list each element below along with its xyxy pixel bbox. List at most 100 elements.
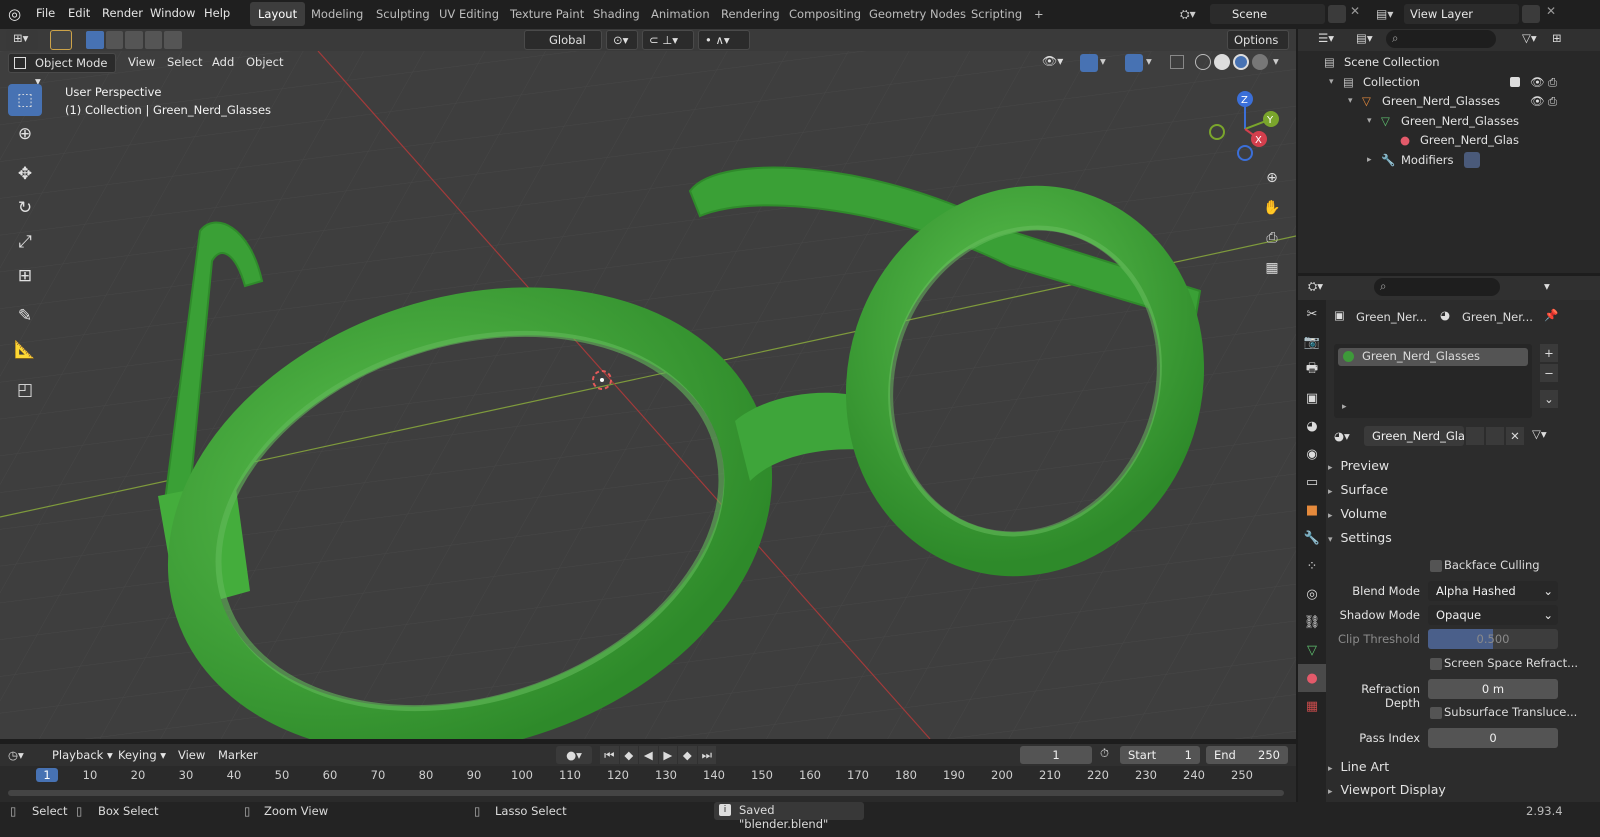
expand-arrow-icon[interactable]: ▾ bbox=[1367, 111, 1372, 131]
physics-tab-icon[interactable]: ◎ bbox=[1298, 580, 1326, 608]
options-dropdown[interactable]: Options ▾ bbox=[1227, 30, 1289, 65]
outliner-row[interactable]: ▾ ▽ Green_Nerd_Glasses 👁 ⎙ bbox=[1298, 91, 1600, 111]
material-tab-icon[interactable]: ● bbox=[1298, 664, 1326, 692]
outliner-row[interactable]: ▤ Scene Collection bbox=[1298, 52, 1600, 72]
proportional-edit-icon[interactable]: • ∧▾ bbox=[698, 30, 750, 50]
menu-edit[interactable]: Edit bbox=[60, 0, 98, 29]
object-tab-icon[interactable]: ■ bbox=[1298, 496, 1326, 524]
camera-view-icon[interactable]: ⎙ bbox=[1259, 225, 1285, 251]
select-menu[interactable]: Select bbox=[161, 51, 208, 73]
scale-icon[interactable]: ⤢ bbox=[8, 226, 42, 258]
particles-tab-icon[interactable]: ⁘ bbox=[1298, 552, 1326, 580]
outliner-row[interactable]: ▸ 🔧 Modifiers bbox=[1298, 150, 1600, 170]
green-nerd-glasses-model[interactable] bbox=[0, 51, 1296, 739]
end-frame-field[interactable]: End 250 bbox=[1206, 746, 1288, 764]
properties-options-icon[interactable]: ▾ bbox=[1544, 279, 1550, 293]
shadow-mode-dropdown[interactable]: Opaque ⌄ bbox=[1428, 605, 1558, 625]
shading-mode-group[interactable] bbox=[1195, 54, 1275, 72]
scene-icon[interactable]: ⛭▾ bbox=[1180, 4, 1210, 24]
start-frame-field[interactable]: Start 1 bbox=[1120, 746, 1200, 764]
output-tab-icon[interactable]: 🖶 bbox=[1298, 356, 1326, 384]
visibility-eye-icon[interactable]: 👁 bbox=[1530, 91, 1545, 111]
solid-shading-icon[interactable] bbox=[1214, 54, 1230, 70]
expand-arrow-icon[interactable]: ▸ bbox=[1367, 150, 1372, 170]
pass-index-field[interactable]: 0 bbox=[1428, 728, 1558, 748]
gizmo-dropdown-icon[interactable]: ▾ bbox=[1100, 54, 1106, 68]
object-menu[interactable]: Object bbox=[240, 51, 289, 73]
transform-icon[interactable]: ⊞ bbox=[8, 260, 42, 292]
mode-extend-icon[interactable] bbox=[105, 31, 124, 49]
jump-start-icon[interactable]: ⏮ bbox=[600, 746, 619, 764]
collection-tab-icon[interactable]: ▭ bbox=[1298, 468, 1326, 496]
browse-material-icon[interactable]: ◕▾ bbox=[1334, 426, 1362, 446]
menu-file[interactable]: File bbox=[28, 0, 63, 29]
visibility-eye-icon[interactable]: 👁▾ bbox=[1042, 54, 1070, 72]
editor-type-icon[interactable]: ⊞▾ bbox=[6, 30, 38, 50]
scene-field[interactable]: Scene bbox=[1210, 4, 1325, 24]
new-scene-icon[interactable] bbox=[1328, 5, 1346, 23]
material-shading-icon[interactable] bbox=[1233, 54, 1249, 70]
wireframe-shading-icon[interactable] bbox=[1195, 54, 1211, 70]
play-reverse-icon[interactable]: ◀ bbox=[639, 746, 658, 764]
modifier-tab-icon[interactable]: 🔧 bbox=[1298, 524, 1326, 552]
new-view-layer-icon[interactable] bbox=[1522, 5, 1540, 23]
outliner-search-input[interactable]: ⌕ bbox=[1386, 30, 1496, 48]
workspace-tab-rendering[interactable]: Rendering bbox=[713, 2, 788, 26]
rotate-icon[interactable]: ↻ bbox=[8, 192, 42, 224]
delete-view-layer-icon[interactable]: ✕ bbox=[1546, 4, 1556, 18]
mode-new-icon[interactable] bbox=[86, 31, 104, 49]
selection-mode-group[interactable] bbox=[86, 31, 182, 49]
workspace-tab-uv-editing[interactable]: UV Editing bbox=[431, 2, 507, 26]
playback-menu[interactable]: Playback ▾ bbox=[46, 744, 119, 766]
workspace-tab-scripting[interactable]: Scripting bbox=[963, 2, 1030, 26]
timeline-editor-icon[interactable]: ◷▾ bbox=[8, 745, 38, 765]
prev-keyframe-icon[interactable]: ◆ bbox=[619, 746, 638, 764]
cursor-icon[interactable]: ⊕ bbox=[8, 118, 42, 150]
properties-search-input[interactable]: ⌕ bbox=[1374, 278, 1500, 296]
view-layer-tab-icon[interactable]: ▣ bbox=[1298, 384, 1326, 412]
workspace-tab-shading[interactable]: Shading bbox=[585, 2, 648, 26]
workspace-tab-layout[interactable]: Layout bbox=[250, 2, 306, 26]
new-collection-icon[interactable]: ⊞ bbox=[1552, 31, 1562, 45]
workspace-tab-geometry-nodes[interactable]: Geometry Nodes bbox=[861, 2, 974, 26]
stopwatch-icon[interactable]: ⏱ bbox=[1100, 746, 1109, 761]
pivot-point-icon[interactable]: ⊙▾ bbox=[606, 30, 638, 50]
mode-subtract-icon[interactable] bbox=[125, 31, 143, 49]
ssr-checkbox[interactable] bbox=[1430, 658, 1442, 670]
material-slot-item[interactable]: Green_Nerd_Glasses bbox=[1338, 348, 1528, 366]
navigation-gizmo[interactable]: Z Y X bbox=[1205, 89, 1285, 169]
select-tool-icon[interactable] bbox=[50, 30, 72, 50]
clip-threshold-slider[interactable]: 0.500 bbox=[1428, 629, 1558, 649]
transform-orientation-dropdown[interactable]: Global ▾ bbox=[524, 30, 602, 65]
preview-panel[interactable]: ▸ Preview bbox=[1328, 454, 1594, 478]
view-menu[interactable]: View bbox=[122, 51, 161, 73]
timeline-scrollbar[interactable] bbox=[8, 790, 1284, 796]
expand-arrow-icon[interactable]: ▾ bbox=[1329, 72, 1334, 92]
overlays-dropdown-icon[interactable]: ▾ bbox=[1146, 54, 1152, 68]
tool-tab-icon[interactable]: ✂ bbox=[1298, 300, 1326, 328]
scene-tab-icon[interactable]: ◕ bbox=[1298, 412, 1326, 440]
material-slot-list[interactable]: Green_Nerd_Glasses ▸ bbox=[1334, 344, 1532, 418]
select-box-icon[interactable]: ⬚ bbox=[8, 84, 42, 116]
exclude-checkbox[interactable] bbox=[1510, 76, 1520, 87]
workspace-tab-sculpting[interactable]: Sculpting bbox=[368, 2, 438, 26]
shading-dropdown-icon[interactable]: ▾ bbox=[1273, 54, 1279, 68]
surface-panel[interactable]: ▸ Surface bbox=[1328, 478, 1594, 502]
world-tab-icon[interactable]: ◉ bbox=[1298, 440, 1326, 468]
remove-slot-icon[interactable]: − bbox=[1540, 364, 1558, 382]
outliner-row[interactable]: ▾ ▤ Collection 👁 ⎙ bbox=[1298, 72, 1600, 92]
timeline-view-menu[interactable]: View bbox=[172, 744, 211, 766]
unlink-material-icon[interactable]: ✕ bbox=[1506, 427, 1524, 445]
3d-viewport[interactable]: User Perspective (1) Collection | Green_… bbox=[0, 51, 1296, 739]
view-layer-icon[interactable]: ▤▾ bbox=[1376, 4, 1404, 24]
expand-arrow-icon[interactable]: ▾ bbox=[1348, 91, 1353, 111]
menu-help[interactable]: Help bbox=[196, 0, 238, 29]
settings-panel[interactable]: ▾ Settings bbox=[1328, 526, 1594, 550]
backface-culling-checkbox[interactable] bbox=[1430, 560, 1442, 572]
texture-tab-icon[interactable]: ▦ bbox=[1298, 692, 1326, 720]
render-tab-icon[interactable]: 📷 bbox=[1298, 328, 1326, 356]
add-workspace-button[interactable]: + bbox=[1026, 2, 1052, 26]
fake-user-icon[interactable] bbox=[1466, 427, 1484, 445]
move-icon[interactable]: ✥ bbox=[8, 158, 42, 190]
keyframe-record-icon[interactable]: ●▾ bbox=[556, 746, 592, 764]
